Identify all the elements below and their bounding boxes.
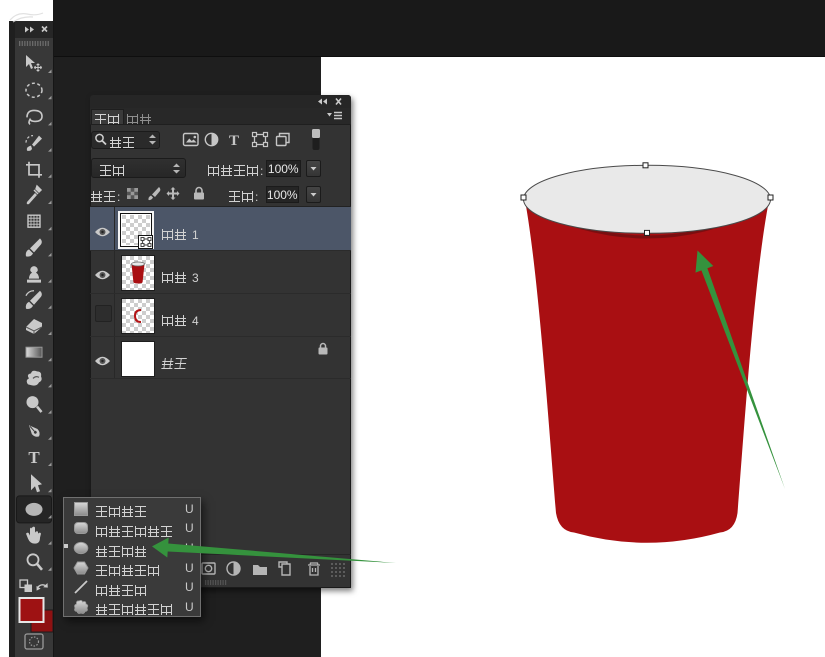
svg-text:T: T: [28, 448, 40, 467]
svg-text:T: T: [229, 133, 239, 149]
